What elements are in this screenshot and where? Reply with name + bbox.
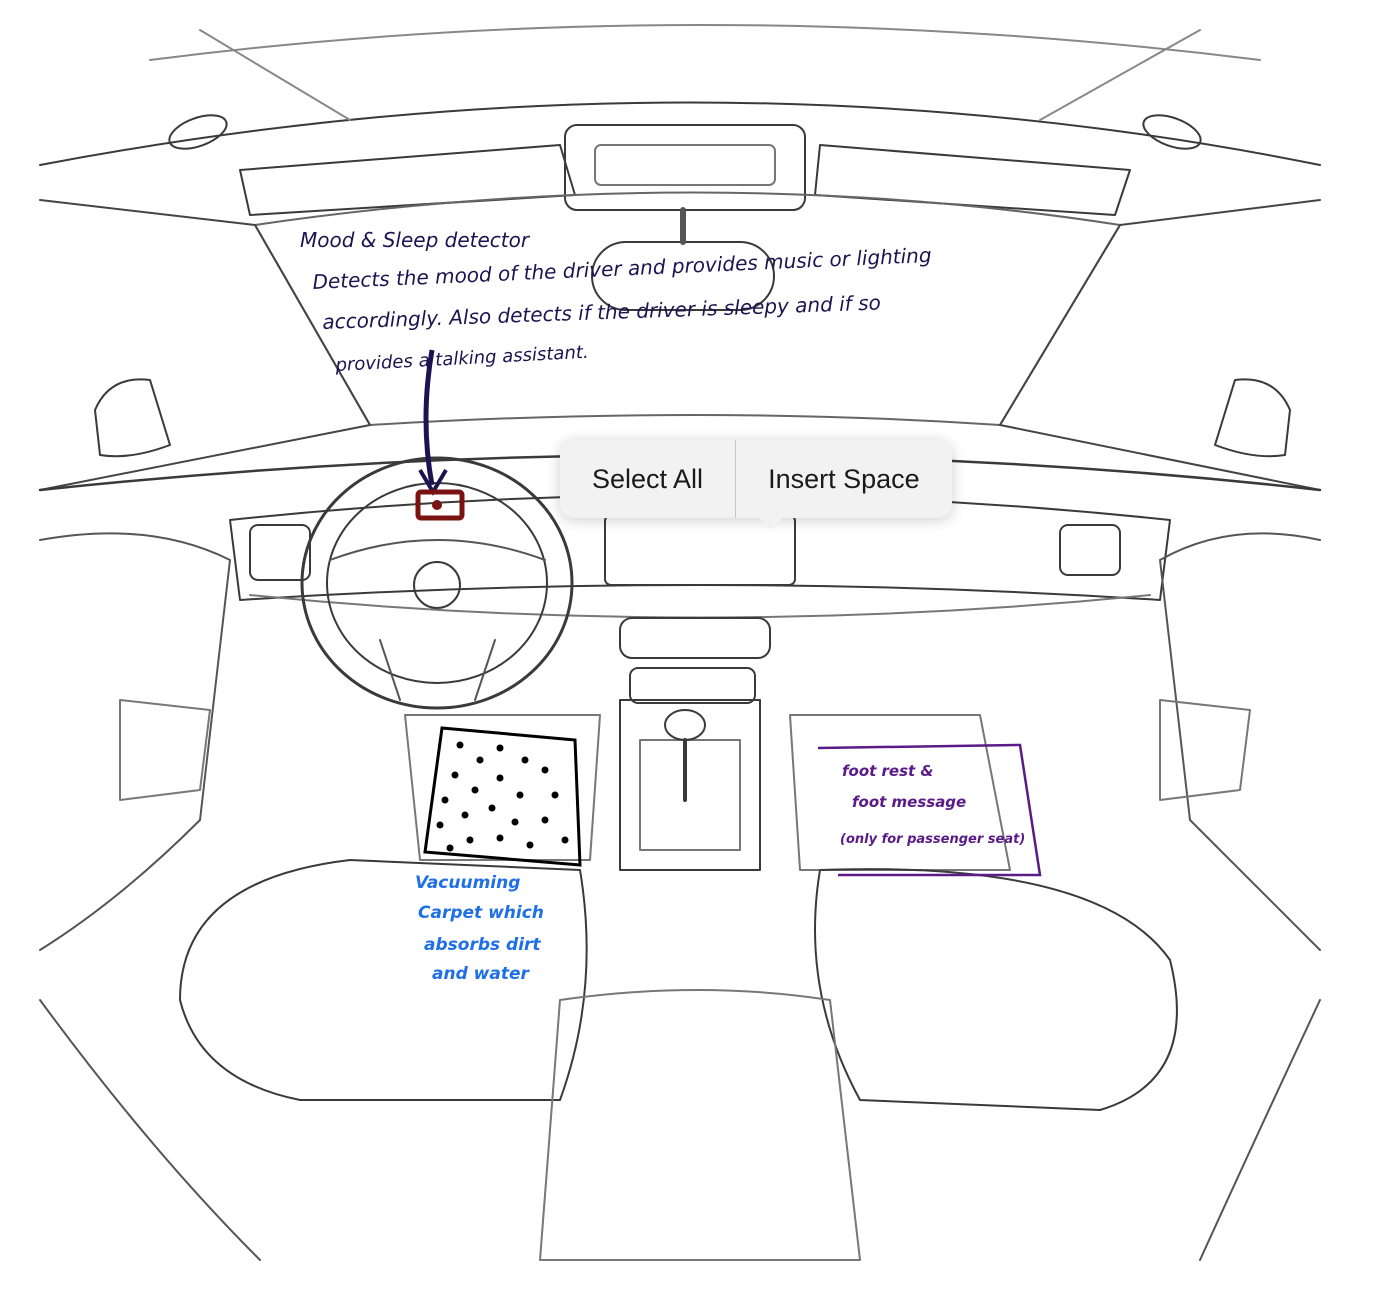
left-side-mirror <box>94 378 171 458</box>
context-menu: Select All Insert Space <box>560 440 952 530</box>
right-side-mirror <box>1214 378 1291 458</box>
passenger-seat <box>814 868 1178 1111</box>
carpet-line1: Vacuuming <box>415 873 521 893</box>
steering-wheel <box>300 456 574 710</box>
right-sun-visor <box>814 144 1131 216</box>
gear-knob <box>664 709 706 741</box>
menu-pointer <box>758 516 784 530</box>
select-all-button[interactable]: Select All <box>560 440 735 518</box>
right-dome-light <box>1142 114 1202 150</box>
roof-line <box>39 101 1321 166</box>
mood-title: Mood & Sleep detector <box>300 228 530 252</box>
climate-controls <box>619 617 771 659</box>
right-air-vent <box>1059 524 1121 576</box>
left-dome-light <box>168 114 228 150</box>
carpet-line4: and water <box>432 964 529 984</box>
left-sun-visor <box>239 144 576 216</box>
left-door <box>39 532 231 951</box>
foot-line2: foot message <box>852 793 967 811</box>
overhead-console <box>564 124 806 211</box>
right-door <box>1159 532 1321 951</box>
carpet-line2: Carpet which <box>418 903 544 923</box>
rear-center <box>539 989 861 1261</box>
foot-line1: foot rest & <box>842 762 934 780</box>
carpet-line3: absorbs dirt <box>424 935 541 955</box>
carpet-dots <box>436 741 569 852</box>
car-interior-sketch <box>38 24 1322 1261</box>
steering-hub <box>413 561 461 609</box>
foot-line3: (only for passenger seat) <box>840 832 1026 847</box>
insert-space-button[interactable]: Insert Space <box>736 440 952 518</box>
left-air-vent <box>249 524 311 581</box>
